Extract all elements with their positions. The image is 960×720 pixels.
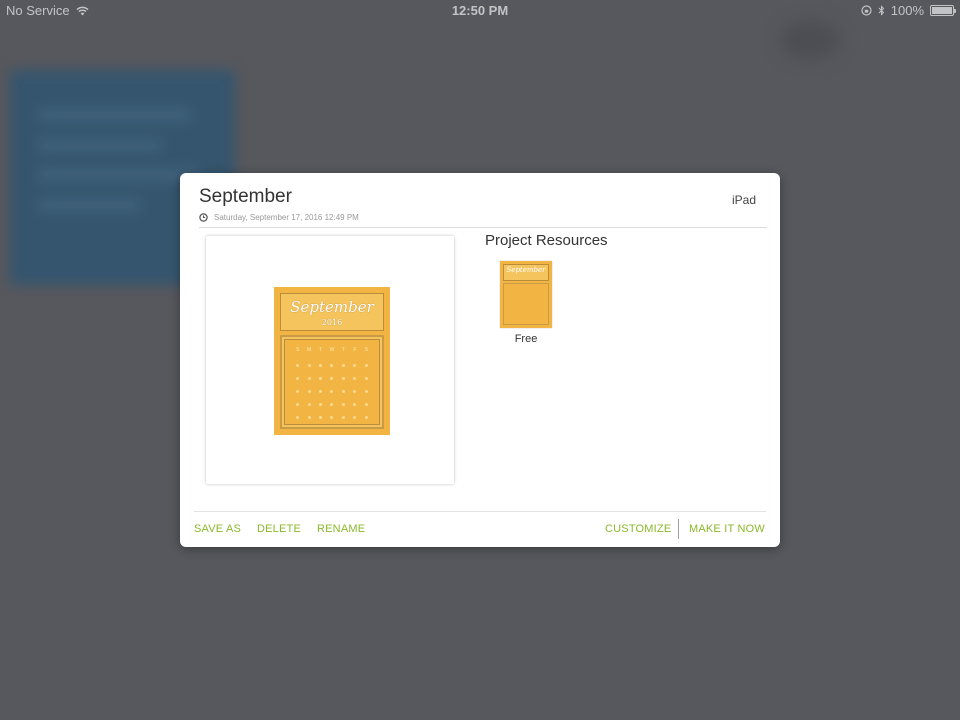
calendar-day-cell	[361, 386, 372, 399]
calendar-day-cell	[349, 399, 360, 412]
calendar-weekday: T	[341, 347, 345, 353]
calendar-day-cell	[292, 360, 303, 373]
calendar-day-cell	[315, 399, 326, 412]
resource-thumb-month: September	[506, 266, 546, 274]
calendar-day-cell	[338, 399, 349, 412]
calendar-day-cell	[349, 386, 360, 399]
calendar-preview-image: September 2016 S M TWT F S	[274, 287, 390, 435]
calendar-day-cell	[326, 386, 337, 399]
calendar-weekday: T	[319, 347, 323, 353]
calendar-day-cell	[315, 360, 326, 373]
calendar-weekday: S	[364, 347, 368, 353]
make-it-now-button[interactable]: MAKE IT NOW	[689, 523, 765, 535]
calendar-day-cell	[315, 412, 326, 425]
calendar-day-cell	[303, 386, 314, 399]
action-separator	[678, 519, 679, 539]
calendar-day-cell	[303, 360, 314, 373]
calendar-weekday: F	[353, 347, 357, 353]
calendar-header: September 2016	[280, 293, 384, 331]
calendar-day-cell	[361, 399, 372, 412]
project-preview[interactable]: September 2016 S M TWT F S	[206, 236, 454, 484]
calendar-day-cell	[338, 386, 349, 399]
calendar-day-cell	[349, 360, 360, 373]
resource-label: Free	[514, 333, 538, 345]
calendar-weekday: S	[296, 347, 300, 353]
calendar-day-cell	[349, 373, 360, 386]
calendar-day-cell	[338, 412, 349, 425]
calendar-weekday: W	[329, 347, 335, 353]
project-date: Saturday, September 17, 2016 12:49 PM	[199, 213, 359, 222]
calendar-day-cell	[361, 373, 372, 386]
calendar-day-cell	[303, 373, 314, 386]
project-title: September	[199, 186, 292, 207]
calendar-body: S M TWT F S	[280, 335, 384, 429]
project-date-text: Saturday, September 17, 2016 12:49 PM	[214, 213, 359, 222]
clock-icon	[199, 213, 208, 222]
resource-thumb-header: September	[503, 264, 549, 281]
calendar-day-cell	[303, 399, 314, 412]
device-label: iPad	[731, 193, 756, 207]
calendar-day-cell	[292, 386, 303, 399]
resources-title: Project Resources	[485, 232, 608, 249]
calendar-day-cell	[292, 373, 303, 386]
header-divider	[199, 227, 767, 228]
calendar-day-cell	[326, 373, 337, 386]
calendar-day-cell	[326, 412, 337, 425]
calendar-day-cell	[326, 360, 337, 373]
save-as-button[interactable]: SAVE AS	[194, 523, 241, 535]
calendar-day-cell	[338, 373, 349, 386]
calendar-day-cell	[361, 412, 372, 425]
calendar-day-cell	[303, 412, 314, 425]
calendar-day-cell	[338, 360, 349, 373]
calendar-month: September	[290, 298, 374, 316]
footer-divider	[194, 511, 766, 512]
project-detail-modal: September iPad Saturday, September 17, 2…	[180, 173, 780, 547]
calendar-day-cell	[326, 399, 337, 412]
calendar-day-cell	[315, 373, 326, 386]
calendar-day-cell	[349, 412, 360, 425]
calendar-day-cell	[292, 412, 303, 425]
customize-button[interactable]: CUSTOMIZE	[605, 523, 671, 535]
delete-button[interactable]: DELETE	[257, 523, 301, 535]
calendar-day-cell	[292, 399, 303, 412]
resource-thumb-body	[503, 283, 549, 325]
calendar-day-cell	[315, 386, 326, 399]
resource-thumbnail[interactable]: September	[500, 261, 552, 328]
calendar-weekday: M	[307, 347, 312, 353]
calendar-year: 2016	[321, 318, 343, 327]
calendar-day-cell	[361, 360, 372, 373]
rename-button[interactable]: RENAME	[317, 523, 365, 535]
calendar-grid: S M TWT F S	[292, 347, 372, 419]
